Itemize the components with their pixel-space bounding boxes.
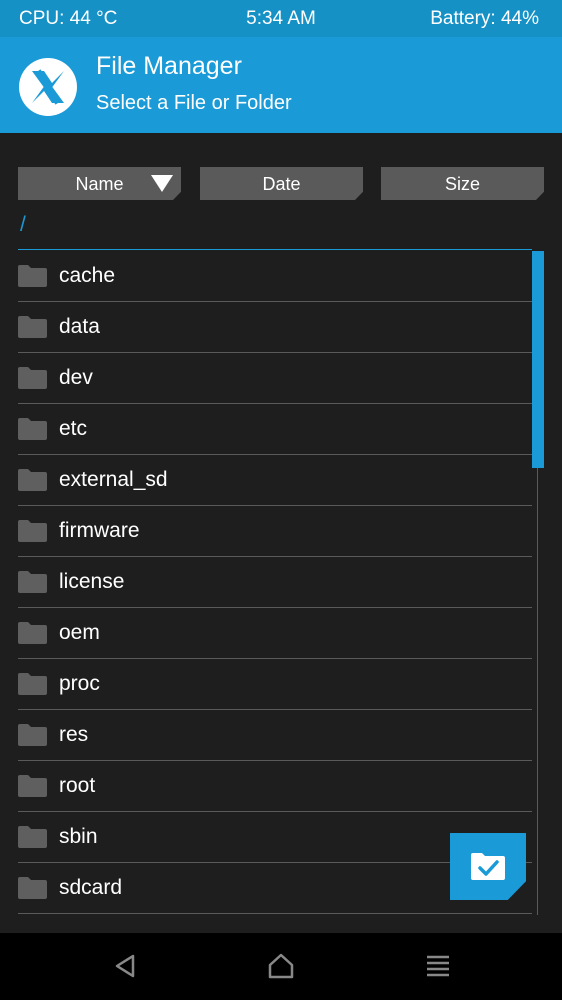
file-list-item[interactable]: firmware xyxy=(18,506,532,557)
twrp-logo-icon xyxy=(19,58,77,116)
file-name: license xyxy=(59,570,125,593)
folder-icon xyxy=(18,622,47,644)
select-folder-button[interactable] xyxy=(450,833,526,900)
file-list-item[interactable]: root xyxy=(18,761,532,812)
file-list-item[interactable]: license xyxy=(18,557,532,608)
status-bar: CPU: 44 °C 5:34 AM Battery: 44% xyxy=(0,0,562,37)
home-icon[interactable] xyxy=(266,951,296,981)
file-list-item[interactable]: proc xyxy=(18,659,532,710)
file-name: proc xyxy=(59,672,100,695)
folder-icon xyxy=(18,571,47,593)
sort-name-label: Name xyxy=(75,174,124,194)
folder-check-icon xyxy=(471,853,505,880)
file-name: firmware xyxy=(59,519,140,542)
file-name: dev xyxy=(59,366,93,389)
sort-descending-icon xyxy=(151,175,173,192)
sort-by-date-button[interactable]: Date xyxy=(200,167,363,200)
folder-icon xyxy=(18,469,47,491)
folder-icon xyxy=(18,367,47,389)
file-list-item[interactable]: etc xyxy=(18,404,532,455)
current-path: / xyxy=(20,213,26,236)
folder-icon xyxy=(18,520,47,542)
file-name: external_sd xyxy=(59,468,168,491)
page-subtitle: Select a File or Folder xyxy=(96,92,292,114)
back-icon[interactable] xyxy=(111,951,141,981)
folder-icon xyxy=(18,775,47,797)
file-list-item[interactable]: cache xyxy=(18,251,532,302)
sort-by-size-button[interactable]: Size xyxy=(381,167,544,200)
page-title: File Manager xyxy=(96,52,242,80)
file-name: sdcard xyxy=(59,876,123,899)
file-list-item[interactable]: data xyxy=(18,302,532,353)
file-name: root xyxy=(59,774,96,797)
folder-icon xyxy=(18,826,47,848)
battery-level: Battery: 44% xyxy=(430,8,539,29)
folder-icon xyxy=(18,724,47,746)
file-name: oem xyxy=(59,621,100,644)
scrollbar-thumb[interactable] xyxy=(532,251,544,468)
navigation-bar xyxy=(0,933,562,1000)
file-list-item[interactable]: dev xyxy=(18,353,532,404)
path-divider xyxy=(18,249,532,250)
file-list-item[interactable]: oem xyxy=(18,608,532,659)
file-name: sbin xyxy=(59,825,98,848)
sort-size-label: Size xyxy=(444,174,480,194)
folder-icon xyxy=(18,877,47,899)
file-name: res xyxy=(59,723,89,746)
sort-date-label: Date xyxy=(262,174,301,194)
file-list[interactable]: cache data dev etc external_sd firmware licens… xyxy=(0,251,532,915)
file-list-item[interactable]: res xyxy=(18,710,532,761)
folder-icon xyxy=(18,418,47,440)
file-name: etc xyxy=(59,417,88,440)
file-list-item[interactable]: external_sd xyxy=(18,455,532,506)
folder-icon xyxy=(18,316,47,338)
folder-icon xyxy=(18,265,47,287)
folder-icon xyxy=(18,673,47,695)
menu-icon[interactable] xyxy=(423,951,453,981)
file-name: cache xyxy=(59,264,116,287)
sort-by-name-button[interactable]: Name xyxy=(18,167,181,200)
header: File Manager Select a File or Folder xyxy=(0,37,562,133)
file-name: data xyxy=(59,315,100,338)
